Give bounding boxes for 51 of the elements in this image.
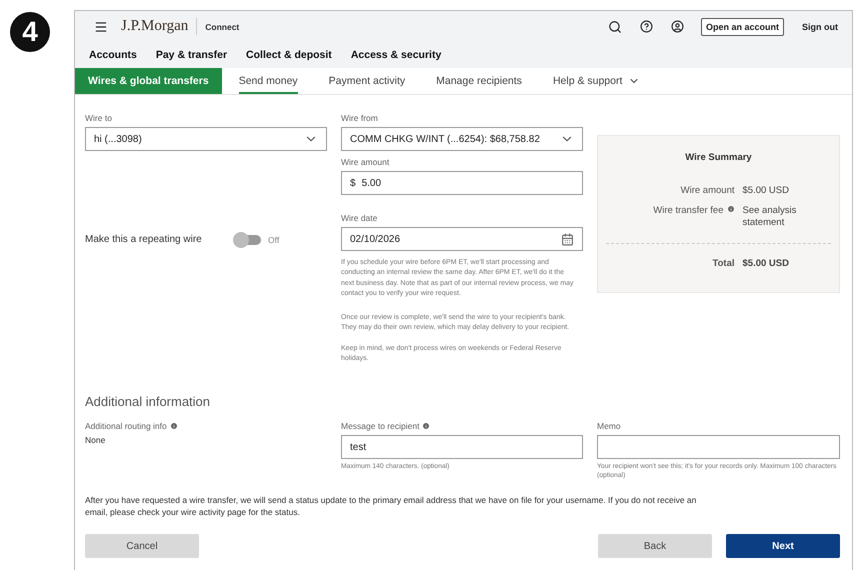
user-icon[interactable] (670, 20, 684, 33)
section-tab[interactable]: Wires & global transfers (75, 68, 222, 94)
menu-icon[interactable] (94, 20, 108, 34)
summary-value: $5.00 USD (742, 185, 790, 197)
toggle-state: Off (268, 234, 280, 244)
field-label: Message to recipient (341, 421, 583, 432)
nav-item[interactable]: Accounts (89, 49, 137, 61)
nav-item[interactable]: Collect & deposit (246, 49, 332, 61)
total-value: $5.00 USD (742, 258, 790, 270)
calendar-icon[interactable] (561, 232, 574, 246)
field-label: Wire to (85, 113, 113, 123)
help-icon[interactable] (640, 20, 653, 33)
wire-to-select[interactable]: hi (...3098) (85, 127, 327, 151)
back-button[interactable]: Back (598, 534, 712, 558)
open-account-button[interactable]: Open an account (700, 18, 784, 36)
repeating-label: Make this a repeating wire (85, 234, 203, 245)
info-icon[interactable] (726, 205, 734, 213)
summary-title: Wire Summary (685, 152, 752, 163)
memo-field[interactable] (597, 435, 840, 460)
tab[interactable]: Manage recipients (436, 68, 522, 94)
nav-item[interactable]: Access & security (350, 49, 442, 61)
tab[interactable]: Payment activity (328, 68, 406, 94)
field-label: Wire date (341, 213, 378, 223)
field-label: Memo (597, 421, 622, 432)
summary-label: Wire transfer fee (614, 205, 734, 229)
product-name: Connect (205, 22, 240, 32)
section-heading: Additional information (85, 394, 212, 410)
field-label: Wire amount (341, 157, 390, 167)
amount-field[interactable]: $ 5.00 (341, 171, 583, 195)
summary-label: Wire amount (680, 185, 734, 197)
total-label: Total (712, 258, 734, 270)
dropdown-tab[interactable]: Help & support (552, 68, 640, 94)
logo: J.P.Morgan (121, 18, 198, 35)
field-label: Wire from (341, 113, 379, 123)
info-icon[interactable] (422, 422, 430, 430)
next-button[interactable]: Next (726, 534, 840, 558)
step-number: 4 (10, 12, 50, 52)
field-label: Additional routing info (85, 421, 327, 432)
tab[interactable]: Send money (238, 68, 298, 94)
nav-item[interactable]: Pay & transfer (156, 49, 228, 61)
cancel-button[interactable]: Cancel (85, 534, 199, 558)
status-notice: After you have requested a wire transfer, we will send a status update to the primary email address that we have on file for your username. If you do not receive an email, please check your wire activity page for the status. (85, 494, 698, 518)
search-icon[interactable] (608, 20, 622, 34)
message-field[interactable]: test (341, 435, 583, 460)
info-icon[interactable] (170, 422, 178, 430)
routing-value: None (85, 435, 106, 446)
toggle-switch[interactable] (235, 234, 261, 244)
summary-value: See analysis statement (742, 205, 798, 229)
sign-out-link[interactable]: Sign out (802, 22, 838, 32)
wire-from-select[interactable]: COMM CHKG W/INT (...6254): $68,758.82 (341, 127, 583, 151)
date-field[interactable]: 02/10/2026 (341, 227, 583, 251)
